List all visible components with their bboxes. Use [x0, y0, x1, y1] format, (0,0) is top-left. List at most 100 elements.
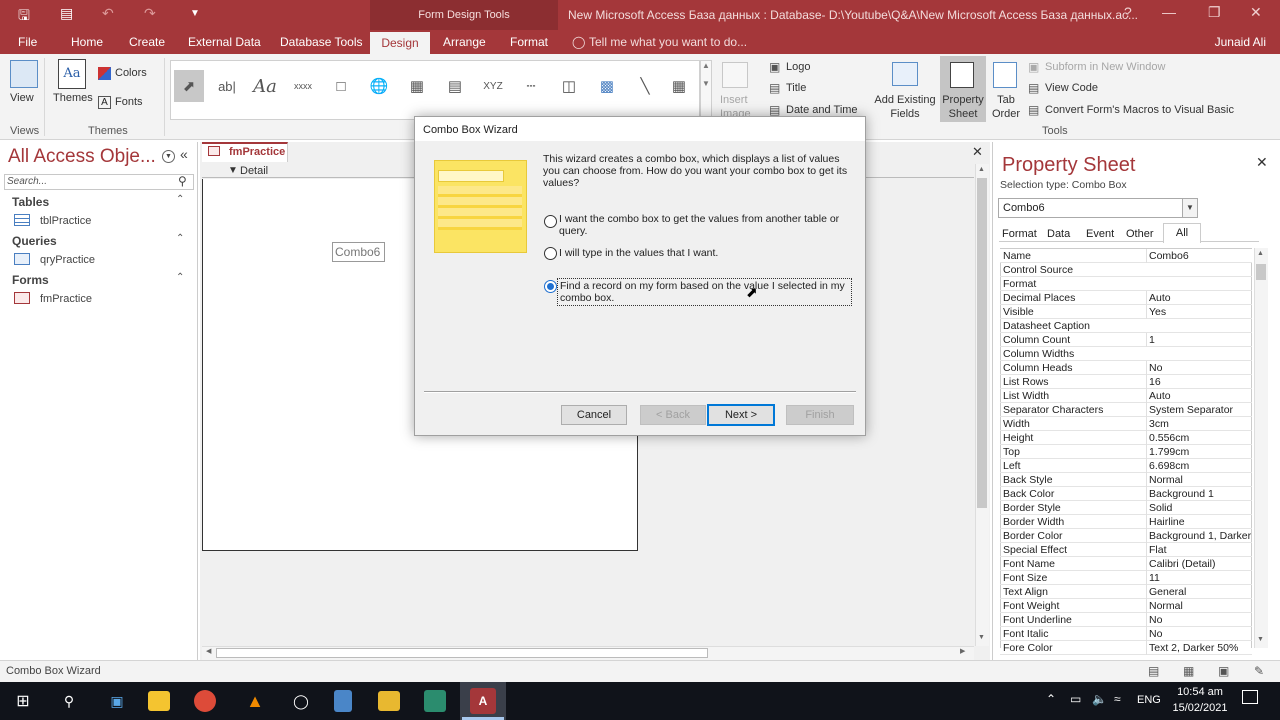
- battery-icon[interactable]: ▭: [1070, 692, 1081, 706]
- date-time-button[interactable]: Date and Time: [786, 104, 858, 116]
- property-value[interactable]: Yes: [1146, 305, 1252, 319]
- ruler-status-icon[interactable]: ✎: [1254, 664, 1264, 678]
- prop-tab-all[interactable]: All: [1163, 223, 1201, 243]
- nav-item-qrypractice[interactable]: qryPractice: [40, 254, 95, 266]
- chevron-up-icon[interactable]: ⌃: [1046, 692, 1056, 706]
- property-value[interactable]: 11: [1146, 571, 1252, 585]
- property-value[interactable]: Calibri (Detail): [1146, 557, 1252, 571]
- prop-tab-event[interactable]: Event: [1086, 228, 1114, 240]
- property-row[interactable]: Font Size 11: [1000, 571, 1252, 585]
- property-row[interactable]: Font Weight Normal: [1000, 599, 1252, 613]
- tab-order-button[interactable]: Tab Order: [990, 93, 1022, 121]
- collapse-icon[interactable]: ⌃: [176, 272, 184, 283]
- property-row[interactable]: Column Count 1: [1000, 333, 1252, 347]
- clock-time[interactable]: 10:54 am: [1172, 686, 1228, 698]
- navigation-control-icon[interactable]: ▤: [440, 70, 470, 102]
- calculator-icon[interactable]: [334, 690, 352, 712]
- property-row[interactable]: Control Source: [1000, 263, 1252, 277]
- form-view-icon[interactable]: ▤: [60, 5, 73, 22]
- scroll-up-icon[interactable]: ▲: [978, 166, 985, 173]
- layout-view-status-icon[interactable]: ▦: [1183, 664, 1194, 678]
- next-button[interactable]: Next >: [707, 404, 775, 426]
- shutter-bar-icon[interactable]: «: [180, 146, 188, 162]
- logo-button[interactable]: Logo: [786, 61, 810, 73]
- property-scrollbar[interactable]: [1254, 248, 1268, 648]
- property-value[interactable]: Background 1: [1146, 487, 1252, 501]
- design-view-status-icon[interactable]: ▣: [1218, 664, 1229, 678]
- property-row[interactable]: Fore Color Text 2, Darker 50%: [1000, 641, 1252, 655]
- option-group-icon[interactable]: XYZ: [478, 70, 508, 102]
- textbox-control-icon[interactable]: ab|: [212, 70, 242, 102]
- tab-file[interactable]: File: [18, 30, 37, 54]
- property-sheet-button[interactable]: Property Sheet: [940, 93, 986, 121]
- property-row[interactable]: Border Color Background 1, Darker: [1000, 529, 1252, 543]
- title-button[interactable]: Title: [786, 82, 806, 94]
- tab-home[interactable]: Home: [71, 30, 103, 54]
- property-value[interactable]: No: [1146, 361, 1252, 375]
- convert-macros-button[interactable]: Convert Form's Macros to Visual Basic: [1045, 104, 1234, 116]
- back-button[interactable]: < Back: [640, 405, 706, 425]
- property-value[interactable]: 0.556cm: [1146, 431, 1252, 445]
- tab-database-tools[interactable]: Database Tools: [280, 30, 363, 54]
- customize-qat-icon[interactable]: ▼: [190, 8, 200, 19]
- property-value[interactable]: General: [1146, 585, 1252, 599]
- property-value[interactable]: System Separator: [1146, 403, 1252, 417]
- hyperlink-control-icon[interactable]: 🌐: [364, 70, 394, 102]
- property-value[interactable]: Text 2, Darker 50%: [1146, 641, 1252, 655]
- nav-item-fmpractice[interactable]: fmPractice: [40, 293, 92, 305]
- volume-icon[interactable]: 🔈: [1092, 692, 1107, 706]
- page-break-icon[interactable]: ┄: [516, 70, 546, 102]
- property-row[interactable]: Column Widths: [1000, 347, 1252, 361]
- nav-menu-chevron-icon[interactable]: ▼: [162, 150, 175, 163]
- collapse-icon[interactable]: ⌃: [176, 233, 184, 244]
- property-value[interactable]: Auto: [1146, 291, 1252, 305]
- property-row[interactable]: Datasheet Caption: [1000, 319, 1252, 333]
- doc-tab-label[interactable]: fmPractice: [229, 146, 285, 158]
- nav-pane-title[interactable]: All Access Obje...: [8, 146, 156, 168]
- property-row[interactable]: Font Name Calibri (Detail): [1000, 557, 1252, 571]
- property-value[interactable]: Background 1, Darker: [1146, 529, 1252, 543]
- selection-dropdown[interactable]: Combo6: [998, 198, 1198, 218]
- property-value[interactable]: Combo6: [1146, 249, 1252, 263]
- property-row[interactable]: Column Heads No: [1000, 361, 1252, 375]
- scroll-right-icon[interactable]: ▶: [960, 647, 965, 655]
- combo-control[interactable]: Combo6: [332, 242, 385, 262]
- colors-button[interactable]: Colors: [115, 67, 147, 79]
- nav-section-queries[interactable]: Queries: [12, 234, 57, 248]
- minimize-icon[interactable]: —: [1162, 4, 1176, 20]
- property-value[interactable]: No: [1146, 613, 1252, 627]
- finish-button[interactable]: Finish: [786, 405, 854, 425]
- property-row[interactable]: List Rows 16: [1000, 375, 1252, 389]
- close-property-sheet-icon[interactable]: ✕: [1256, 154, 1268, 171]
- label-control-icon[interactable]: Aa: [250, 70, 280, 102]
- help-button[interactable]: ?: [1124, 4, 1132, 20]
- prop-tab-data[interactable]: Data: [1047, 228, 1070, 240]
- property-value[interactable]: 16: [1146, 375, 1252, 389]
- tab-design[interactable]: Design: [370, 32, 430, 54]
- property-value[interactable]: Solid: [1146, 501, 1252, 515]
- scroll-up-icon[interactable]: ▲: [1257, 250, 1264, 257]
- save-icon[interactable]: 🖫: [18, 5, 30, 29]
- property-row[interactable]: Border Style Solid: [1000, 501, 1252, 515]
- property-value[interactable]: Flat: [1146, 543, 1252, 557]
- property-row[interactable]: List Width Auto: [1000, 389, 1252, 403]
- property-row[interactable]: Format: [1000, 277, 1252, 291]
- scroll-left-icon[interactable]: ◀: [206, 647, 211, 655]
- toggle-control-icon[interactable]: ▦: [664, 70, 694, 102]
- subform-new-window-button[interactable]: Subform in New Window: [1045, 61, 1165, 73]
- property-value[interactable]: 1: [1146, 333, 1252, 347]
- view-icon[interactable]: [10, 60, 38, 88]
- property-scroll-thumb[interactable]: [1256, 264, 1266, 280]
- property-row[interactable]: Top 1.799cm: [1000, 445, 1252, 459]
- chrome-icon[interactable]: [194, 690, 216, 712]
- tab-create[interactable]: Create: [129, 30, 165, 54]
- property-value[interactable]: Normal: [1146, 599, 1252, 613]
- redo-icon[interactable]: ↷: [144, 5, 156, 22]
- property-row[interactable]: Width 3cm: [1000, 417, 1252, 431]
- language-indicator[interactable]: ENG: [1137, 694, 1161, 706]
- property-value[interactable]: 3cm: [1146, 417, 1252, 431]
- user-name[interactable]: Junaid Ali: [1215, 30, 1266, 54]
- property-value[interactable]: Auto: [1146, 389, 1252, 403]
- property-value[interactable]: 6.698cm: [1146, 459, 1252, 473]
- horizontal-scroll-thumb[interactable]: [216, 648, 708, 658]
